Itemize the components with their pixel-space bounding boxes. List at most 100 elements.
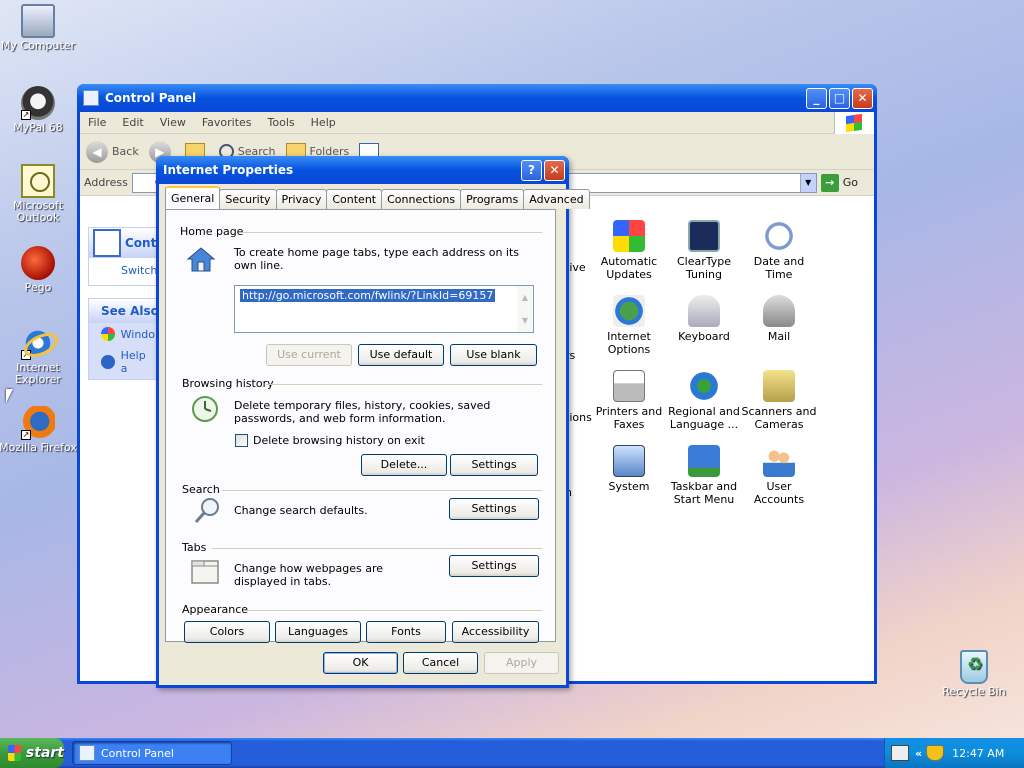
close-button[interactable]: ✕ <box>852 87 873 109</box>
home-page-url: http://go.microsoft.com/fwlink/?LinkId=6… <box>240 289 496 302</box>
cp-item-label: Regional and Language ... <box>668 405 740 431</box>
cp-item-keyboard[interactable]: Keyboard <box>666 295 742 343</box>
cp-item-system[interactable]: System <box>591 445 667 493</box>
control-panel-titlebar[interactable]: Control Panel _ □ ✕ <box>77 84 877 112</box>
chevron-down-icon[interactable]: ▼ <box>799 173 816 192</box>
help-button[interactable]: ? <box>521 159 542 181</box>
my-computer-icon <box>21 4 55 38</box>
maximize-button[interactable]: □ <box>829 87 850 109</box>
cp-item-user-accounts[interactable]: User Accounts <box>741 445 817 506</box>
security-shield-icon[interactable] <box>926 745 945 761</box>
home-page-url-textarea[interactable]: http://go.microsoft.com/fwlink/?LinkId=6… <box>234 285 534 333</box>
internet-options-icon <box>613 295 645 327</box>
cp-item-date-time[interactable]: Date and Time <box>741 220 817 281</box>
tab-content[interactable]: Content <box>326 189 383 209</box>
system-icon <box>613 445 645 477</box>
scroll-up-icon[interactable]: ▲ <box>517 286 533 309</box>
cp-item-printers-faxes[interactable]: Printers and Faxes <box>591 370 667 431</box>
taskbar-control-panel-button[interactable]: Control Panel <box>72 741 232 765</box>
user-accounts-icon <box>763 445 795 477</box>
desktop-icon-firefox[interactable]: ↗ Mozilla Firefox <box>0 406 78 454</box>
accessibility-button[interactable]: Accessibility <box>452 621 539 643</box>
use-default-button[interactable]: Use default <box>358 344 444 366</box>
back-label: Back <box>112 145 139 158</box>
apply-button[interactable]: Apply <box>484 652 559 674</box>
menu-file[interactable]: File <box>80 116 114 129</box>
textarea-scrollbar[interactable]: ▲ ▼ <box>517 286 533 332</box>
cp-item-regional-language[interactable]: Regional and Language ... <box>666 370 742 431</box>
menu-view[interactable]: View <box>152 116 194 129</box>
cp-item-scanners-cameras[interactable]: Scanners and Cameras <box>741 370 817 431</box>
menu-favorites[interactable]: Favorites <box>194 116 260 129</box>
appearance-group-label: Appearance <box>182 603 249 616</box>
help-icon <box>101 355 115 369</box>
delete-history-on-exit-checkbox[interactable] <box>235 434 248 447</box>
menu-tools[interactable]: Tools <box>260 116 303 129</box>
cp-item-internet-options[interactable]: Internet Options <box>591 295 667 356</box>
use-current-button[interactable]: Use current <box>266 344 352 366</box>
desktop-icon-outlook[interactable]: Microsoft Outlook <box>0 164 78 224</box>
cp-item-label: Mail <box>767 330 791 343</box>
group-divider <box>222 490 542 491</box>
languages-button[interactable]: Languages <box>275 621 361 643</box>
tabs-settings-button[interactable]: Settings <box>449 555 539 577</box>
delete-history-button[interactable]: Delete... <box>361 454 447 476</box>
tab-advanced[interactable]: Advanced <box>523 189 590 209</box>
tab-security[interactable]: Security <box>219 189 277 209</box>
tab-general[interactable]: General <box>165 186 221 209</box>
desktop-icon-pego[interactable]: Pego <box>0 246 78 294</box>
control-panel-icon <box>79 745 95 761</box>
history-clock-icon <box>192 396 218 422</box>
desktop-icon-label: My Computer <box>0 39 76 52</box>
cp-item-label: Internet Options <box>607 330 651 356</box>
tab-privacy[interactable]: Privacy <box>275 189 328 209</box>
search-settings-button[interactable]: Settings <box>449 498 539 520</box>
cancel-button[interactable]: Cancel <box>403 652 478 674</box>
mypal-icon: ↗ <box>21 86 55 120</box>
desktop-icon-label: Microsoft Outlook <box>12 199 64 224</box>
history-settings-button[interactable]: Settings <box>450 454 538 476</box>
camera-icon <box>763 370 795 402</box>
mail-icon <box>763 295 795 327</box>
shortcut-arrow-icon: ↗ <box>21 430 31 440</box>
go-button[interactable]: → Go <box>820 173 858 192</box>
desktop-icon-internet-explorer[interactable]: ↗ Internet Explorer <box>0 326 78 386</box>
home-icon <box>186 247 216 272</box>
scroll-down-icon[interactable]: ▼ <box>517 309 533 332</box>
tab-programs[interactable]: Programs <box>460 189 525 209</box>
windows-logo-icon <box>834 112 874 134</box>
cp-item-cleartype-tuning[interactable]: ClearType Tuning <box>666 220 742 281</box>
minimize-button[interactable]: _ <box>806 87 827 109</box>
fonts-button[interactable]: Fonts <box>366 621 446 643</box>
mouse-cursor-icon <box>6 389 13 403</box>
desktop-icon-recycle-bin[interactable]: Recycle Bin <box>934 650 1014 698</box>
tray-expand-chevron-icon[interactable]: « <box>915 747 922 760</box>
ok-button[interactable]: OK <box>323 652 398 674</box>
use-blank-button[interactable]: Use blank <box>450 344 537 366</box>
cp-item-label: Taskbar and Start Menu <box>670 480 738 506</box>
control-panel-icon <box>83 90 99 106</box>
desktop-icon-mypal[interactable]: ↗ MyPal 68 <box>0 86 78 134</box>
cp-item-taskbar-start[interactable]: Taskbar and Start Menu <box>666 445 742 506</box>
menu-help[interactable]: Help <box>303 116 344 129</box>
automatic-updates-icon <box>613 220 645 252</box>
cp-item-automatic-updates[interactable]: Automatic Updates <box>591 220 667 281</box>
pego-icon <box>21 246 55 280</box>
dialog-titlebar[interactable]: Internet Properties ? ✕ <box>156 156 569 184</box>
desktop-icon-my-computer[interactable]: My Computer <box>0 4 78 52</box>
dialog-close-button[interactable]: ✕ <box>544 159 565 181</box>
internet-properties-dialog: Internet Properties ? ✕ General Security… <box>156 156 590 688</box>
clock-icon <box>763 220 795 252</box>
cp-item-mail[interactable]: Mail <box>741 295 817 343</box>
go-arrow-icon: → <box>820 173 839 192</box>
keyboard-icon <box>688 295 720 327</box>
clock[interactable]: 12:47 AM <box>952 747 1004 760</box>
tab-connections[interactable]: Connections <box>381 189 462 209</box>
start-button[interactable]: start <box>0 738 64 768</box>
group-divider <box>242 232 542 233</box>
search-group-label: Search <box>182 483 220 496</box>
keyboard-icon[interactable] <box>891 745 909 761</box>
menu-edit[interactable]: Edit <box>114 116 151 129</box>
back-button[interactable]: ◀ Back <box>86 140 139 163</box>
colors-button[interactable]: Colors <box>184 621 270 643</box>
